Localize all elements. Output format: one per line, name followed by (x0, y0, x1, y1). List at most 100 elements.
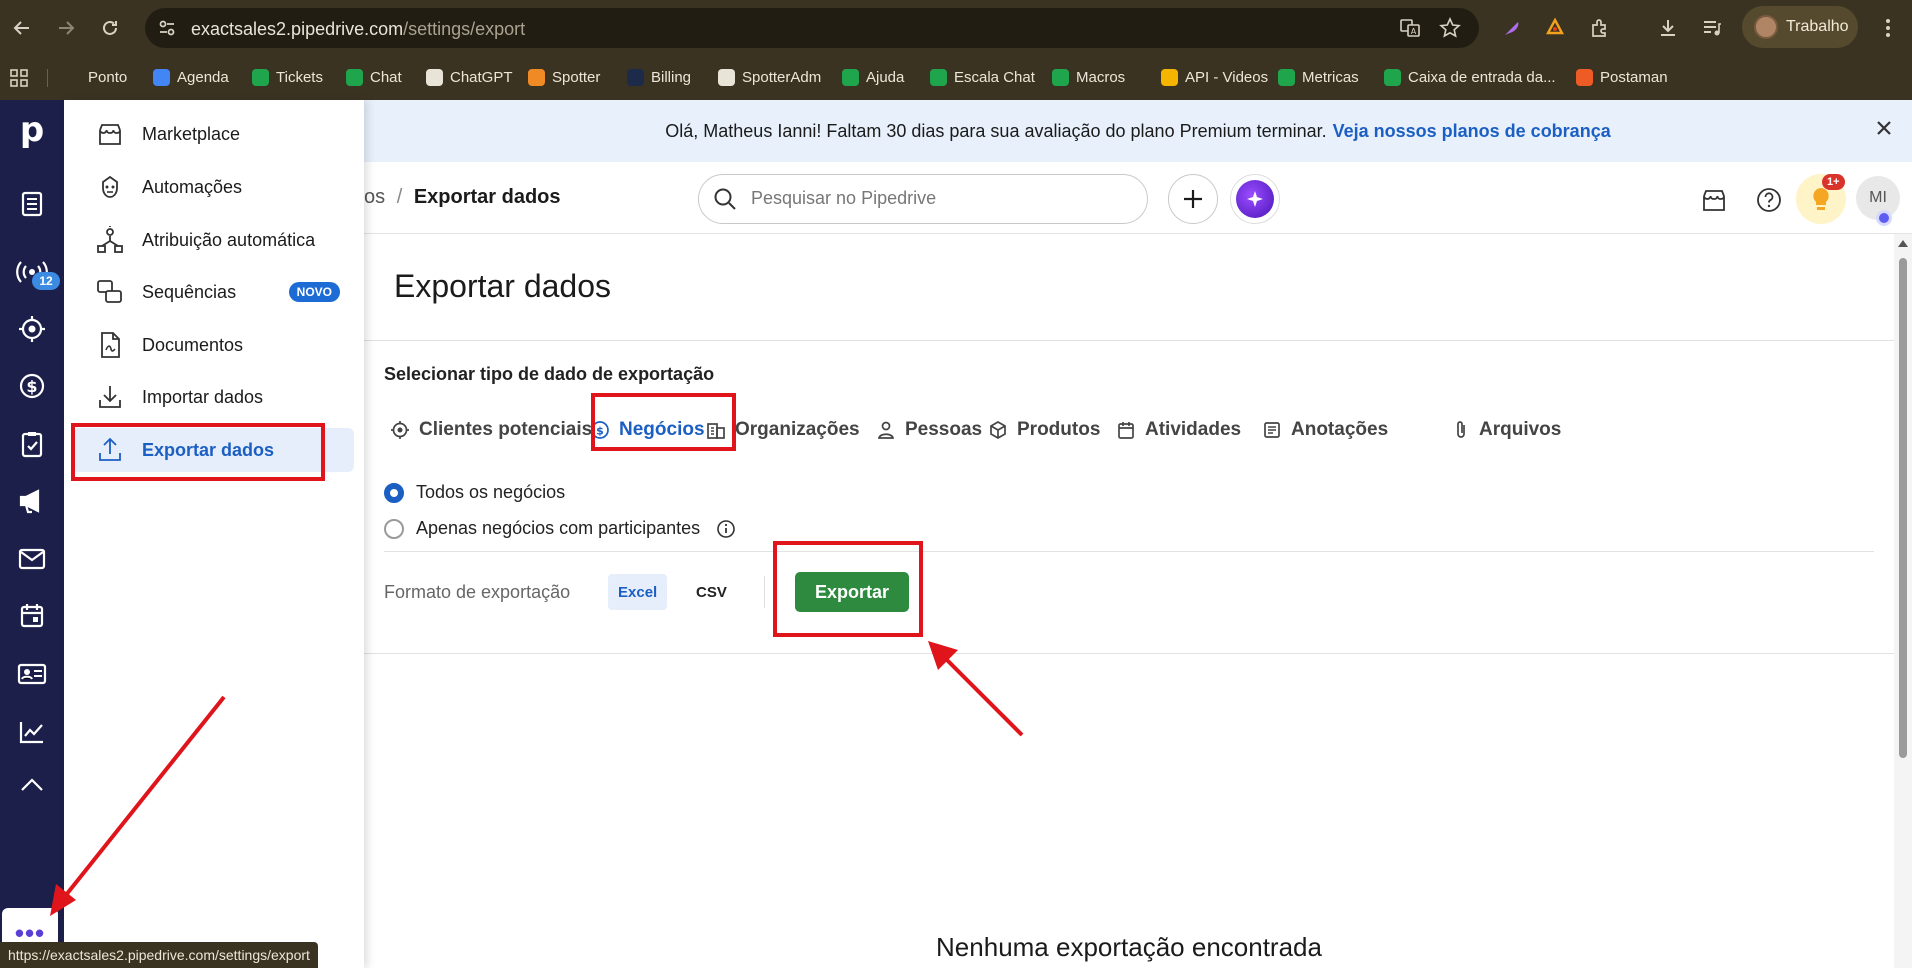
tab-organizations[interactable]: Organizações (706, 410, 860, 450)
bookmark-item[interactable]: Chat (346, 69, 402, 86)
box-icon (988, 420, 1008, 440)
tasks-clipboard-icon[interactable] (12, 424, 52, 464)
postman-icon (1576, 69, 1593, 86)
media-controls-icon[interactable] (1698, 14, 1726, 42)
sparkle-icon (1236, 180, 1274, 218)
tab-leads[interactable]: Clientes potenciais (390, 410, 592, 450)
close-icon[interactable] (1874, 118, 1894, 138)
bookmark-label: API - Videos (1185, 69, 1269, 86)
bookmark-item[interactable]: API - Videos (1161, 69, 1268, 86)
bookmark-item[interactable]: SpotterAdm (718, 69, 821, 86)
headset-icon (1278, 69, 1295, 86)
scrollbar-thumb[interactable] (1899, 258, 1907, 758)
radio-all-deals[interactable]: Todos os negócios (384, 482, 565, 503)
back-icon[interactable] (6, 12, 38, 44)
scrollbar[interactable] (1894, 234, 1912, 968)
bookmark-item[interactable]: Postaman (1576, 69, 1668, 86)
reload-icon[interactable] (94, 12, 126, 44)
site-settings-icon[interactable] (157, 18, 177, 38)
calendar-icon (1116, 420, 1136, 440)
bookmark-item[interactable]: Tickets (252, 69, 323, 86)
calendar-icon[interactable] (12, 596, 52, 636)
tab-activities[interactable]: Atividades (1116, 410, 1241, 450)
drive-icon (1161, 69, 1178, 86)
bookmark-item[interactable]: Escala Chat (930, 69, 1035, 86)
bookmark-item[interactable]: Spotter (528, 69, 600, 86)
menu-item-documents[interactable]: Documentos (72, 323, 354, 367)
search-input[interactable] (749, 187, 1129, 210)
search-box[interactable] (698, 174, 1148, 224)
profile-chip[interactable]: Trabalho (1742, 6, 1858, 48)
status-bar-url: https://exactsales2.pipedrive.com/settin… (0, 942, 318, 968)
products-icon[interactable] (12, 764, 52, 804)
menu-item-label: Documentos (142, 334, 244, 355)
bookmark-item[interactable]: Macros (1052, 69, 1125, 86)
url-text[interactable]: exactsales2.pipedrive.com/settings/expor… (191, 19, 525, 40)
bookmark-item[interactable]: Billing (627, 69, 691, 86)
bookmark-label: Postaman (1600, 69, 1668, 86)
forward-icon[interactable] (50, 12, 82, 44)
bookmark-item[interactable]: Agenda (153, 69, 229, 86)
billing-plans-link[interactable]: Veja nossos planos de cobrança (1333, 121, 1611, 142)
bookmark-item[interactable]: Caixa de entrada da... (1384, 69, 1556, 86)
breadcrumb-parent[interactable]: os (364, 186, 385, 208)
svg-text:A: A (1411, 27, 1417, 36)
deals-dollar-icon[interactable]: $ (12, 366, 52, 406)
format-excel-option[interactable]: Excel (608, 574, 668, 610)
avatar-initials: MI (1869, 189, 1887, 206)
add-button[interactable] (1168, 174, 1218, 224)
campaigns-megaphone-icon[interactable] (12, 481, 52, 521)
billing-icon (627, 69, 644, 86)
menu-item-export-data[interactable]: Exportar dados (72, 428, 354, 472)
radio-deals-with-participants[interactable]: Apenas negócios com participantes (384, 518, 736, 539)
help-icon[interactable] (1753, 184, 1785, 216)
sheets-icon (930, 69, 947, 86)
feather-extension-icon[interactable] (1498, 14, 1526, 42)
bookmark-item[interactable]: ChatGPT (426, 69, 513, 86)
tab-notes[interactable]: Anotações (1262, 410, 1388, 450)
target-icon[interactable] (12, 309, 52, 349)
sequences-icon (94, 279, 126, 305)
ai-assistant-button[interactable] (1230, 174, 1280, 224)
tab-people[interactable]: Pessoas (876, 410, 982, 450)
bookmark-star-icon[interactable] (1439, 17, 1463, 41)
paperclip-icon (1452, 420, 1470, 440)
marketplace-store-icon[interactable] (1698, 184, 1730, 216)
tab-label: Atividades (1145, 419, 1242, 440)
menu-item-marketplace[interactable]: Marketplace (72, 112, 354, 156)
insights-chart-icon[interactable] (12, 712, 52, 752)
address-bar[interactable]: exactsales2.pipedrive.com/settings/expor… (145, 8, 1479, 48)
pipedrive-logo[interactable]: p (12, 110, 52, 150)
format-csv-option[interactable]: CSV (686, 574, 737, 610)
download-icon[interactable] (1654, 14, 1682, 42)
mail-icon[interactable] (12, 539, 52, 579)
radio-button-checked[interactable] (384, 482, 404, 503)
bookmark-item[interactable]: Ponto (64, 69, 127, 86)
bookmark-item[interactable]: Metricas (1278, 69, 1359, 86)
menu-item-import-data[interactable]: Importar dados (72, 375, 354, 419)
bookmark-label: Spotter (552, 69, 601, 86)
tab-deals[interactable]: $ Negócios (590, 410, 705, 450)
extensions-puzzle-icon[interactable] (1586, 14, 1614, 42)
chrome-menu-icon[interactable] (1874, 14, 1902, 42)
bookmark-label: Ponto (88, 69, 128, 86)
chat-icon (346, 69, 363, 86)
translate-icon[interactable]: A (1399, 17, 1423, 41)
menu-item-sequences[interactable]: Sequências NOVO (72, 270, 354, 314)
leads-inbox-icon[interactable] (12, 184, 52, 224)
breadcrumb: os / Exportar dados (364, 186, 561, 209)
tab-files[interactable]: Arquivos (1452, 410, 1561, 450)
contacts-card-icon[interactable] (12, 654, 52, 694)
scroll-up-icon[interactable] (1898, 240, 1908, 247)
menu-item-automations[interactable]: Automações (72, 165, 354, 209)
menu-item-auto-assignment[interactable]: Atribuição automática (72, 218, 354, 262)
radio-button[interactable] (384, 518, 404, 539)
tab-products[interactable]: Produtos (988, 410, 1100, 450)
apps-grid-icon[interactable] (9, 68, 29, 88)
recycle-extension-icon[interactable] (1541, 14, 1569, 42)
info-icon[interactable] (716, 519, 736, 539)
tab-label: Negócios (619, 419, 705, 440)
bookmark-item[interactable]: Ajuda (842, 69, 904, 86)
app-header: os / Exportar dados 1+ MI (364, 162, 1912, 234)
export-button[interactable]: Exportar (795, 572, 909, 612)
